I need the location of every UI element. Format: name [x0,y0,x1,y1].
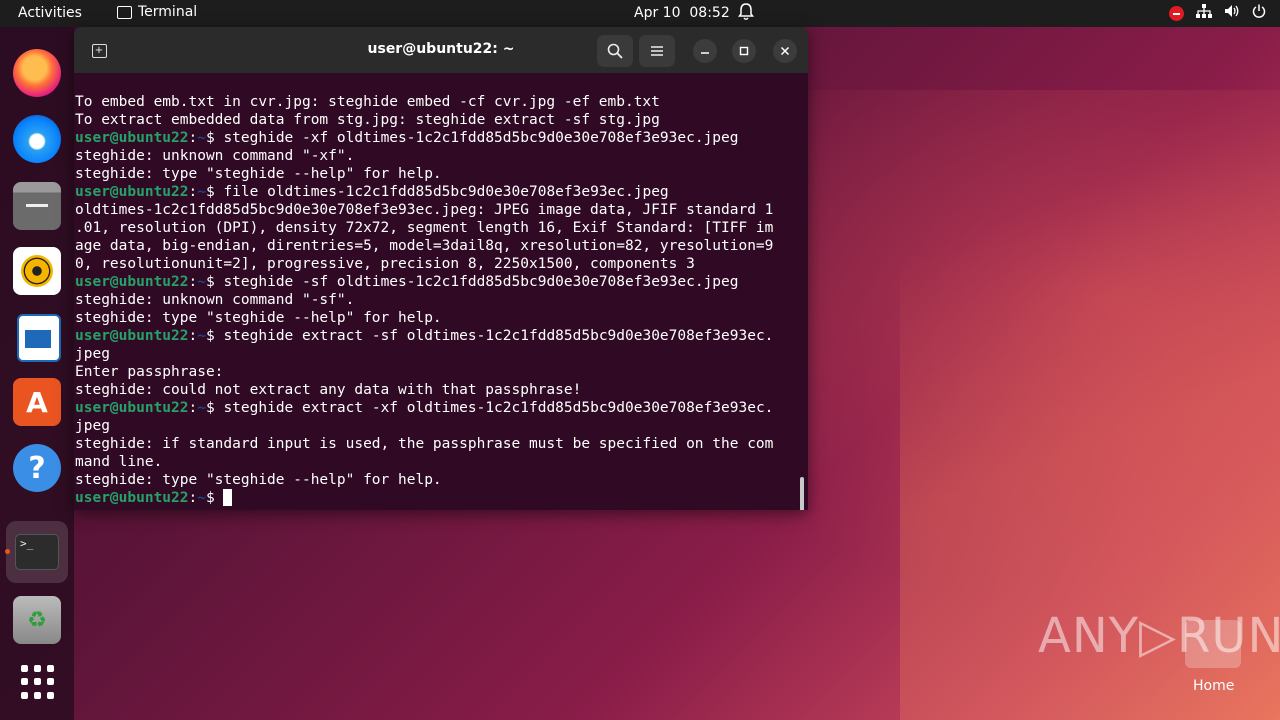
command-text: steghide -xf oldtimes-1c2c1fdd85d5bc9d0e… [223,130,739,146]
minimize-icon [701,52,709,54]
output-line: oldtimes-1c2c1fdd85d5bc9d0e30e708ef3e93e… [75,202,774,218]
help-icon[interactable]: ? [13,444,61,492]
prompt-user: user@ubuntu22 [75,400,189,416]
command-line: user@ubuntu22:~$ steghide -xf oldtimes-1… [75,129,773,147]
output-line: steghide: if standard input is used, the… [75,436,774,452]
prompt-path: ~ [197,184,206,200]
system-tray[interactable] [1169,4,1266,22]
clock-date: Apr 10 [634,5,681,21]
prompt-separator: : [188,328,198,344]
prompt-path: ~ [197,274,206,290]
firefox-icon[interactable] [13,49,61,97]
command-text: steghide extract -xf oldtimes-1c2c1fdd85… [223,400,774,416]
command-text: steghide -sf oldtimes-1c2c1fdd85d5bc9d0e… [223,274,739,290]
prompt-user: user@ubuntu22 [75,490,189,506]
output-line: mand line. [75,454,163,470]
prompt-dollar: $ [205,130,224,146]
output-line: 0, resolutionunit=2], progressive, preci… [75,256,695,272]
show-apps-icon[interactable] [20,665,54,699]
prompt-dollar: $ [205,328,224,344]
output-line: jpeg [75,418,110,434]
output-line: Enter passphrase: [75,364,224,380]
app-center-icon[interactable]: A [13,378,61,426]
output-line: steghide: unknown command "-xf". [75,148,355,164]
terminal-icon[interactable]: >_ [6,521,68,583]
do-not-disturb-icon[interactable] [1169,5,1184,21]
text-cursor [223,489,233,506]
maximize-button[interactable] [732,39,756,63]
prompt-separator: : [188,274,198,290]
prompt-separator: : [188,184,198,200]
prompt-user: user@ubuntu22 [75,328,189,344]
hamburger-icon [651,46,663,56]
prompt-separator: : [188,490,198,506]
prompt-dollar: $ [205,400,224,416]
running-indicator [5,549,10,554]
clock[interactable]: Apr 10 08:52 [634,5,730,21]
files-icon[interactable] [13,182,61,230]
output-line: steghide: type "steghide --help" for hel… [75,472,442,488]
close-icon [780,46,790,56]
prompt-user: user@ubuntu22 [75,130,189,146]
command-line: user@ubuntu22:~$ steghide extract -xf ol… [75,399,773,417]
prompt-path: ~ [197,490,206,506]
minimize-button[interactable] [693,39,717,63]
libreoffice-writer-icon[interactable] [17,314,61,362]
volume-icon[interactable] [1224,4,1240,22]
output-line: steghide: type "steghide --help" for hel… [75,166,442,182]
top-bar: Activities Terminal Apr 10 08:52 [0,0,1280,27]
trash-icon[interactable]: ♻ [13,596,61,644]
prompt-dollar: $ [205,274,224,290]
disc-graphic [21,255,53,287]
terminal-lines: To embed emb.txt in cvr.jpg: steghide em… [75,93,773,507]
output-line: To embed emb.txt in cvr.jpg: steghide em… [75,94,660,110]
app-menu-label: Terminal [138,4,198,20]
scrollbar[interactable] [800,477,804,510]
search-icon [607,43,623,59]
close-button[interactable] [773,39,797,63]
output-line: age data, big-endian, direntries=5, mode… [75,238,774,254]
output-line: steghide: unknown command "-sf". [75,292,355,308]
clock-time: 08:52 [689,5,730,21]
recycle-icon: ♻ [27,607,47,633]
command-text: file oldtimes-1c2c1fdd85d5bc9d0e30e708ef… [223,184,669,200]
terminal-output[interactable]: To embed emb.txt in cvr.jpg: steghide em… [74,73,808,510]
output-line: To extract embedded data from stg.jpg: s… [75,112,660,128]
prompt-user: user@ubuntu22 [75,184,189,200]
output-line: .01, resolution (DPI), density 72x72, se… [75,220,774,236]
prompt-user: user@ubuntu22 [75,274,189,290]
terminal-header-bar[interactable]: + user@ubuntu22: ~ [74,27,808,73]
terminal-icon-screen: >_ [15,534,59,570]
prompt-dollar: $ [205,490,224,506]
command-line: user@ubuntu22:~$ steghide -sf oldtimes-1… [75,273,773,291]
terminal-window[interactable]: + user@ubuntu22: ~ To embed emb.txt in c… [74,27,808,510]
notification-bell-icon[interactable] [738,3,754,25]
prompt-path: ~ [197,328,206,344]
prompt-path: ~ [197,400,206,416]
thunderbird-icon[interactable] [13,115,61,163]
hamburger-menu-button[interactable] [639,35,675,67]
output-line: steghide: type "steghide --help" for hel… [75,310,442,326]
terminal-small-icon [117,5,132,19]
maximize-icon [739,46,749,56]
command-text: steghide extract -sf oldtimes-1c2c1fdd85… [223,328,774,344]
power-icon[interactable] [1252,4,1266,22]
activities-button[interactable]: Activities [18,5,82,21]
network-icon[interactable] [1196,4,1212,22]
anyrun-watermark: ANY▷RUN [1038,608,1280,664]
output-line: steghide: could not extract any data wit… [75,382,582,398]
prompt-separator: : [188,130,198,146]
prompt-path: ~ [197,130,206,146]
prompt-dollar: $ [205,184,224,200]
app-menu[interactable]: Terminal [117,4,197,20]
command-line: user@ubuntu22:~$ steghide extract -sf ol… [75,327,773,345]
command-line: user@ubuntu22:~$ file oldtimes-1c2c1fdd8… [75,183,773,201]
rhythmbox-icon[interactable] [13,247,61,295]
output-line: jpeg [75,346,110,362]
command-line: user@ubuntu22:~$ [75,489,773,507]
dock: A ? >_ ♻ [0,27,74,720]
prompt-separator: : [188,400,198,416]
home-label[interactable]: Home [1193,678,1234,694]
search-button[interactable] [597,35,633,67]
